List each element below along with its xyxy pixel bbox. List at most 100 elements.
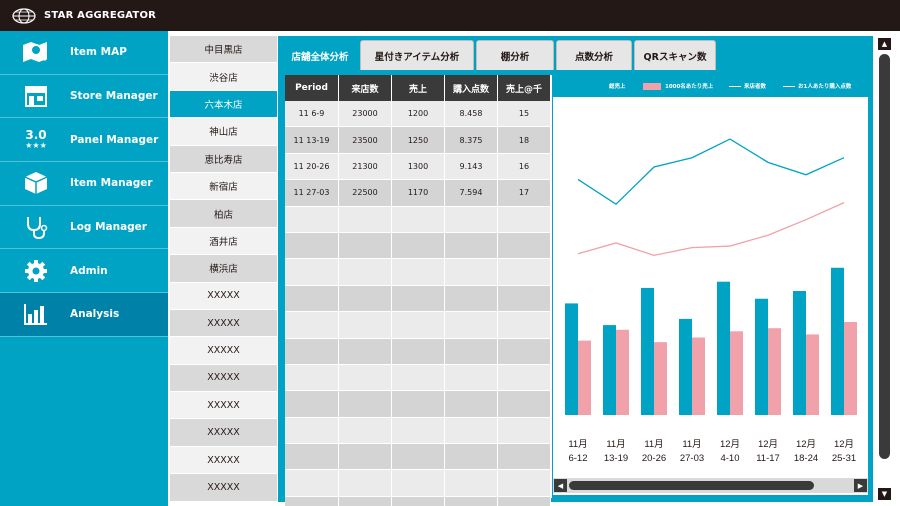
table-row — [285, 259, 552, 286]
x-tick-label: 12月 — [796, 439, 816, 450]
bar-chart-icon — [18, 300, 54, 328]
table-header-cell[interactable]: 購入点数 — [445, 75, 498, 101]
legend-item: お1人あたり購入点数 — [783, 82, 851, 90]
scroll-up-button[interactable]: ▲ — [878, 38, 891, 50]
bar-1-6 — [806, 334, 819, 415]
table-row — [285, 285, 552, 313]
sidebar-item-analysis[interactable]: Analysis — [0, 293, 168, 337]
brand-name: STAR AGGREGATOR — [44, 10, 157, 21]
table-cell — [445, 444, 498, 471]
store-list-item[interactable]: 新宿店 — [170, 172, 277, 201]
table-cell — [498, 259, 551, 286]
store-list-item[interactable]: 酒井店 — [170, 227, 277, 256]
legend-line — [783, 85, 795, 87]
table-header-cell[interactable]: 来店数 — [339, 75, 392, 101]
x-tick-label: 12月 — [758, 439, 778, 450]
sidebar-item-item-map[interactable]: Item MAP — [0, 31, 168, 75]
table-cell — [445, 206, 498, 233]
x-tick-label: 11-17 — [756, 453, 780, 464]
table-cell: 1170 — [392, 180, 445, 207]
table-cell: 8.375 — [445, 127, 498, 154]
table-cell: 15 — [498, 101, 551, 128]
table-cell — [498, 364, 551, 392]
store-list-item[interactable]: XXXXX — [170, 364, 277, 393]
tab-4[interactable]: QRスキャン数 — [634, 40, 716, 70]
map-search-icon — [18, 38, 54, 66]
bar-0-5 — [755, 298, 768, 415]
legend-item: 総売上 — [587, 82, 626, 90]
sidebar-item-panel-manager[interactable]: 3.0 ★★★ Panel Manager — [0, 118, 168, 163]
x-tick-label: 6-12 — [568, 453, 587, 464]
sidebar-item-label: Item Manager — [70, 177, 153, 190]
store-list-item[interactable]: XXXXX — [170, 282, 277, 310]
legend-item: 来店者数 — [729, 82, 766, 90]
store-list-item[interactable]: XXXXX — [170, 446, 277, 475]
panel-version-text: 3.0 — [25, 128, 47, 143]
table-cell: 22500 — [339, 180, 392, 207]
tab-1[interactable]: 星付きアイテム分析 — [360, 40, 474, 70]
table-cell — [285, 391, 339, 418]
sidebar-item-store-manager[interactable]: Store Manager — [0, 75, 168, 119]
sidebar-item-label: Panel Manager — [70, 133, 159, 146]
table-row — [285, 232, 552, 260]
table-cell — [339, 312, 392, 339]
table-cell: 7.594 — [445, 180, 498, 207]
sidebar-item-label: Item MAP — [70, 46, 127, 59]
sidebar-item-label: Log Manager — [70, 221, 147, 234]
table-cell — [445, 364, 498, 392]
horizontal-scroll-thumb[interactable] — [569, 481, 814, 490]
store-list-item[interactable]: XXXXX — [170, 392, 277, 420]
vertical-scrollbar[interactable]: ▲ ▼ — [876, 36, 893, 502]
tab-0[interactable]: 店舗全体分析 — [282, 40, 358, 70]
table-cell — [498, 232, 551, 260]
store-list-item[interactable]: XXXXX — [170, 337, 277, 365]
table-row — [285, 417, 552, 445]
bar-0-3 — [679, 318, 692, 415]
table-header-cell[interactable]: Period — [285, 75, 339, 101]
panel-version-icon: 3.0 ★★★ — [18, 126, 54, 154]
horizontal-scrollbar[interactable]: ◀ ▶ — [553, 478, 868, 493]
table-header-cell[interactable]: 売上@千 — [498, 75, 551, 101]
x-tick-label: 20-26 — [642, 453, 666, 464]
store-list-item[interactable]: 六本木店 — [170, 90, 277, 119]
scroll-down-button[interactable]: ▼ — [878, 488, 891, 500]
table-cell — [445, 259, 498, 286]
store-list-item[interactable]: 神山店 — [170, 118, 277, 146]
legend-label: 来店者数 — [744, 84, 767, 90]
table-cell: 1300 — [392, 153, 445, 181]
scroll-right-button[interactable]: ▶ — [854, 479, 867, 492]
summary-table: Period 来店数 売上 購入点数 売上@千 11 6-9 23000 1200 8.458… — [285, 75, 552, 506]
chart-x-axis-labels: 11月 6-12 11月 13-19 11月 20-26 11月 27-03 12月 4-10 12… — [568, 439, 856, 464]
bar-1-4 — [730, 331, 743, 415]
table-cell — [339, 417, 392, 445]
tab-3[interactable]: 点数分析 — [556, 40, 632, 70]
sidebar-item-label: Store Manager — [70, 90, 158, 103]
vertical-scroll-thumb[interactable] — [879, 54, 890, 459]
store-list-item[interactable]: 柏店 — [170, 200, 277, 228]
store-list-item[interactable]: XXXXX — [170, 419, 277, 447]
table-cell — [392, 232, 445, 260]
store-list-item[interactable]: 渋谷店 — [170, 63, 277, 91]
store-list-item[interactable]: 中目黒店 — [170, 36, 277, 64]
table-cell — [339, 470, 392, 497]
globe-logo-icon — [12, 7, 36, 24]
table-cell — [339, 364, 392, 392]
store-list-item[interactable]: 横浜店 — [170, 255, 277, 283]
table-cell — [392, 417, 445, 445]
sidebar-item-admin[interactable]: Admin — [0, 249, 168, 294]
sidebar-item-log-manager[interactable]: Log Manager — [0, 206, 168, 250]
table-row — [285, 496, 552, 506]
bar-0-1 — [603, 325, 616, 415]
scroll-left-button[interactable]: ◀ — [554, 479, 567, 492]
table-header-cell[interactable]: 売上 — [392, 75, 445, 101]
store-list-item[interactable]: 恵比寿店 — [170, 145, 277, 173]
tab-2[interactable]: 棚分析 — [476, 40, 554, 70]
store-list-item[interactable]: XXXXX — [170, 474, 277, 502]
table-cell — [498, 285, 551, 313]
store-list-item[interactable]: XXXXX — [170, 309, 277, 338]
sidebar-item-item-manager[interactable]: Item Manager — [0, 162, 168, 206]
top-bar: STAR AGGREGATOR — [0, 0, 900, 31]
x-tick-label: 4-10 — [720, 453, 739, 464]
stethoscope-icon — [18, 213, 54, 241]
bar-0-0 — [565, 303, 578, 415]
